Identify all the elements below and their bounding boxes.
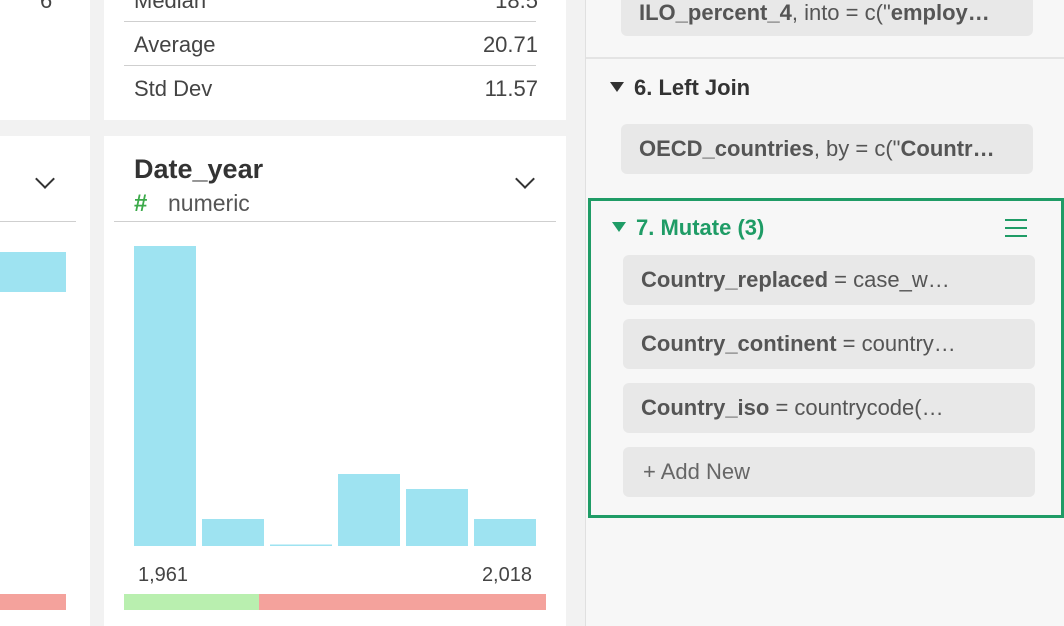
histogram-bar[interactable]	[202, 519, 264, 546]
mutate-item[interactable]: Country_replaced = case_w…	[623, 255, 1035, 305]
stat-label: Std Dev	[134, 76, 213, 101]
column-card-date-year: Date_year # numeric 1,961 2,018	[104, 136, 566, 626]
axis-max-label: 2,018	[481, 564, 532, 586]
histogram-bar	[0, 252, 66, 292]
add-new-button[interactable]: + Add New	[623, 447, 1035, 497]
stat-value: 20.71	[482, 32, 538, 57]
axis-min-label: 1,961	[138, 564, 189, 586]
step-5-pill[interactable]: ILO_percent_4, into = c("employ…	[621, 0, 1033, 36]
chevron-down-icon[interactable]	[515, 169, 535, 189]
column-card-left	[0, 136, 90, 626]
mutate-item[interactable]: Country_iso = countrycode(…	[623, 383, 1035, 433]
stats-card: Median 18.5 Average 20.71 Std Dev 11.57	[104, 0, 566, 120]
mutate-item-expr: = case_w…	[828, 267, 950, 292]
numeric-type-icon: #	[134, 190, 148, 217]
step-7-mutate-box: 7. Mutate (3) Country_replaced = case_w……	[588, 198, 1064, 518]
stat-row-average: Average 20.71	[124, 22, 546, 66]
mutate-item-name: Country_iso	[641, 395, 770, 420]
pill-bold: Countr…	[900, 136, 995, 161]
histogram-bar[interactable]	[134, 246, 196, 546]
step-7-title: 7. Mutate (3)	[636, 215, 765, 240]
divider	[586, 57, 1064, 59]
stat-label: Median	[134, 0, 207, 13]
quality-bar-invalid	[0, 594, 66, 610]
mutate-item-expr: = countrycode(…	[769, 395, 944, 420]
collapse-triangle-icon[interactable]	[612, 222, 626, 233]
histogram-bar[interactable]	[270, 544, 332, 547]
quality-bar-invalid	[259, 594, 546, 610]
steps-panel: ILO_percent_4, into = c("employ… 6. Left…	[585, 0, 1064, 626]
divider	[0, 221, 76, 222]
pill-bold: employ…	[890, 0, 990, 25]
stat-value: 18.5	[495, 0, 538, 13]
collapse-triangle-icon[interactable]	[610, 82, 624, 93]
step-6-pill[interactable]: OECD_countries, by = c("Countr…	[621, 124, 1033, 174]
chevron-down-icon[interactable]	[35, 169, 55, 189]
stat-value: 11.57	[484, 76, 538, 101]
mutate-item-expr: = country…	[836, 331, 956, 356]
quality-bar-valid	[124, 594, 260, 610]
column-type: numeric	[168, 190, 250, 216]
histogram-bar[interactable]	[338, 474, 400, 546]
data-quality-bar	[124, 594, 546, 610]
summary-value: 6	[40, 0, 53, 13]
histogram-bar[interactable]	[406, 489, 468, 546]
menu-icon[interactable]	[1005, 219, 1027, 237]
mutate-item-name: Country_continent	[641, 331, 837, 356]
pill-bold: ILO_percent_4	[639, 0, 792, 25]
pill-bold: OECD_countries	[639, 136, 814, 161]
pill-text: , into = c("	[791, 0, 891, 25]
pill-text: , by = c("	[813, 136, 901, 161]
mutate-item[interactable]: Country_continent = country…	[623, 319, 1035, 369]
stat-row-stddev: Std Dev 11.57	[124, 66, 546, 110]
histogram-bar[interactable]	[474, 519, 536, 546]
histogram-chart	[134, 246, 536, 547]
step-6-title: 6. Left Join	[634, 75, 751, 100]
column-title: Date_year	[134, 154, 264, 184]
summary-card-left: 6	[0, 0, 90, 120]
step-7-header[interactable]: 7. Mutate (3)	[612, 215, 764, 241]
stat-label: Average	[134, 32, 216, 57]
stat-row-median: Median 18.5	[124, 0, 546, 22]
mutate-item-name: Country_replaced	[641, 267, 829, 292]
step-6-header[interactable]: 6. Left Join	[610, 75, 750, 101]
divider	[114, 221, 556, 222]
